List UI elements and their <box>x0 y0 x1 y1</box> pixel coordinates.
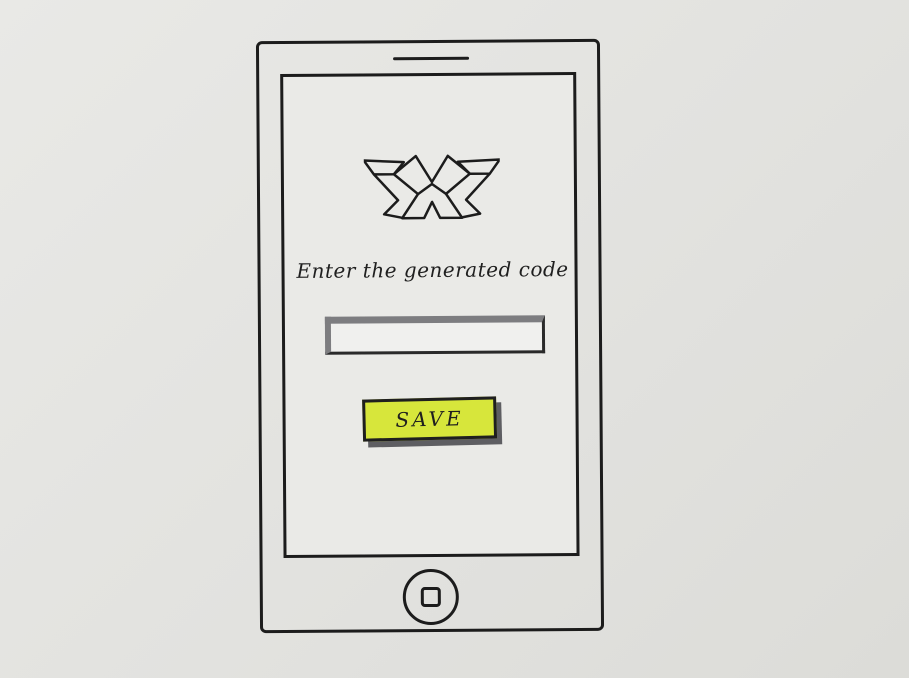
phone-screen: Enter the generated code SAVE <box>280 71 580 559</box>
speaker-slot <box>393 56 470 61</box>
code-prompt-label: Enter the generated code <box>296 257 569 283</box>
x-shaped-logo-icon <box>363 154 501 220</box>
save-button[interactable]: SAVE <box>362 396 498 442</box>
generated-code-input[interactable] <box>324 315 546 355</box>
home-button[interactable] <box>402 568 460 626</box>
phone-frame: Enter the generated code SAVE <box>255 38 605 634</box>
home-button-icon <box>420 586 441 608</box>
